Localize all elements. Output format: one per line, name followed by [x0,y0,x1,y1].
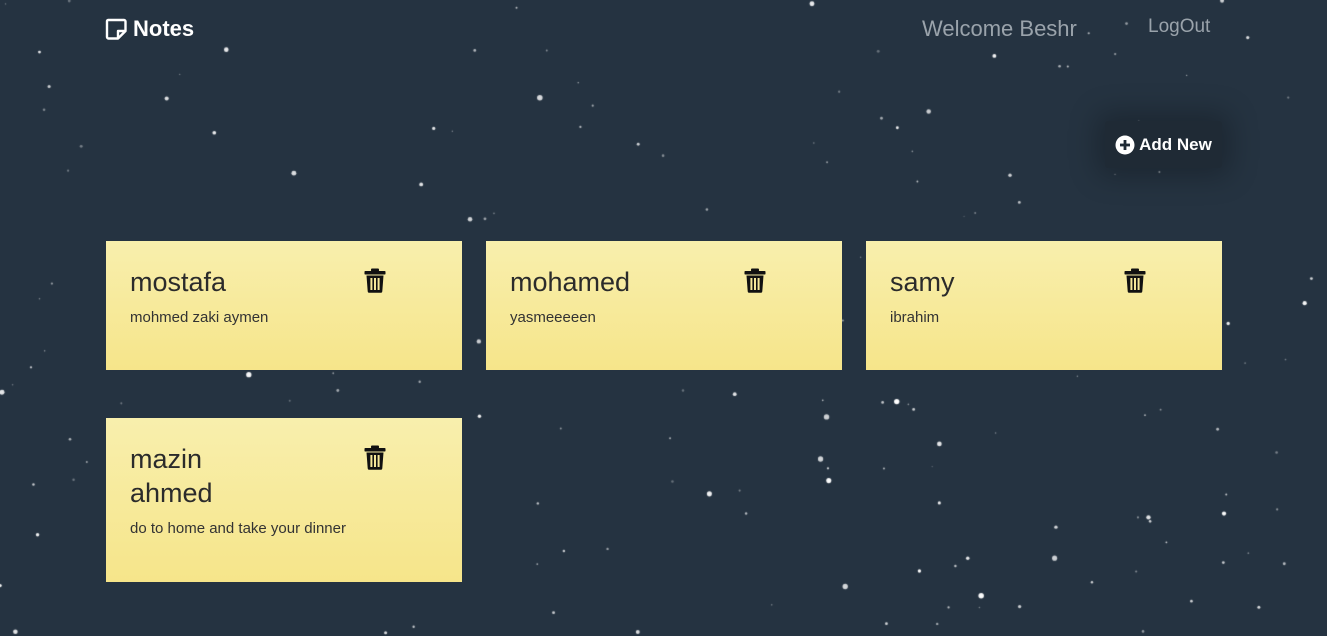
note-title: mostafa [130,267,227,297]
brand-label: Notes [133,16,195,41]
logout-link[interactable]: LogOut [1148,16,1210,38]
note-card: mostafa mohmed zaki aymen [106,241,462,370]
plus-circle-icon [1115,135,1135,154]
delete-note-button[interactable] [364,445,386,475]
trash-icon [1124,268,1146,293]
trash-icon [364,445,386,470]
trash-icon [744,268,766,293]
delete-note-button[interactable] [364,268,386,298]
note-body: mohmed zaki aymen [130,309,269,326]
note-title: samy [890,267,955,297]
add-new-button[interactable]: Add New [1105,121,1222,168]
note-body: do to home and take your dinner [130,520,346,537]
note-body: ibrahim [890,309,940,326]
delete-note-button[interactable] [744,268,766,298]
note-card: samy ibrahim [866,241,1222,370]
note-title: mazin ahmed [130,444,213,508]
sticky-note-icon [105,18,127,40]
delete-note-button[interactable] [1124,268,1146,298]
brand-link[interactable]: Notes [105,16,194,42]
note-body: yasmeeeeen [510,309,596,326]
welcome-text: Welcome Beshr [922,16,1077,41]
note-card: mohamed yasmeeeeen [486,241,842,370]
note-card: mazin ahmed do to home and take your din… [106,418,462,582]
add-new-label: Add New [1139,134,1212,154]
note-title: mohamed [510,267,631,297]
navbar: Notes Welcome Beshr LogOut [0,0,1327,60]
trash-icon [364,268,386,293]
